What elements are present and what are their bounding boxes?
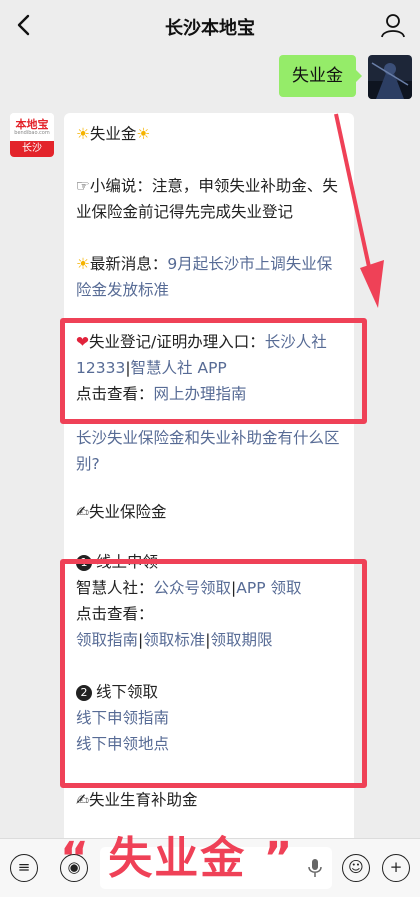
my-message-bubble[interactable]: 失业金 <box>279 55 362 97</box>
difference-question: 长沙失业保险金和失业补助金有什么区别? <box>76 425 342 477</box>
annotation-arrow <box>334 113 384 308</box>
highlight-box-entry <box>60 318 367 424</box>
section-maternity-subsidy: ✍失业生育补助金 <box>76 791 198 809</box>
sun-icon: ☀ <box>136 125 151 143</box>
editor-note: ☞小编说：注意，申领失业补助金、失业保险金前记得先完成失业登记 <box>76 177 338 221</box>
menu-list-icon[interactable]: ≡ <box>10 854 38 882</box>
latest-news: ☀最新消息：9月起长沙市上调失业保险金发放标准 <box>76 255 333 299</box>
logo-domain: bendibao.com <box>14 130 50 136</box>
writing-hand-icon: ✍ <box>76 503 89 521</box>
overlay-caption: “ 失业金 ” <box>60 833 295 884</box>
city-tag: 长沙 <box>10 141 54 157</box>
my-avatar[interactable] <box>368 55 412 99</box>
sun-icon: ☀ <box>76 255 90 273</box>
plus-icon[interactable]: + <box>382 854 410 882</box>
writing-hand-icon: ✍ <box>76 791 89 809</box>
sun-icon: ☀ <box>76 125 90 143</box>
top-bar: 长沙本地宝 <box>0 0 420 52</box>
pointing-hand-icon: ☞ <box>76 177 90 195</box>
bot-avatar[interactable]: 本地宝 bendibao.com 长沙 <box>10 113 54 157</box>
reply-title: ☀失业金☀ <box>76 125 151 143</box>
microphone-icon[interactable] <box>308 858 322 878</box>
profile-icon[interactable] <box>380 12 406 38</box>
highlight-box-apply <box>60 559 367 788</box>
emoji-icon[interactable]: ☺ <box>342 854 370 882</box>
difference-question-link[interactable]: 长沙失业保险金和失业补助金有什么区别? <box>76 429 340 473</box>
section-unemployment-insurance: ✍失业保险金 <box>76 503 167 521</box>
chat-title: 长沙本地宝 <box>165 18 255 39</box>
